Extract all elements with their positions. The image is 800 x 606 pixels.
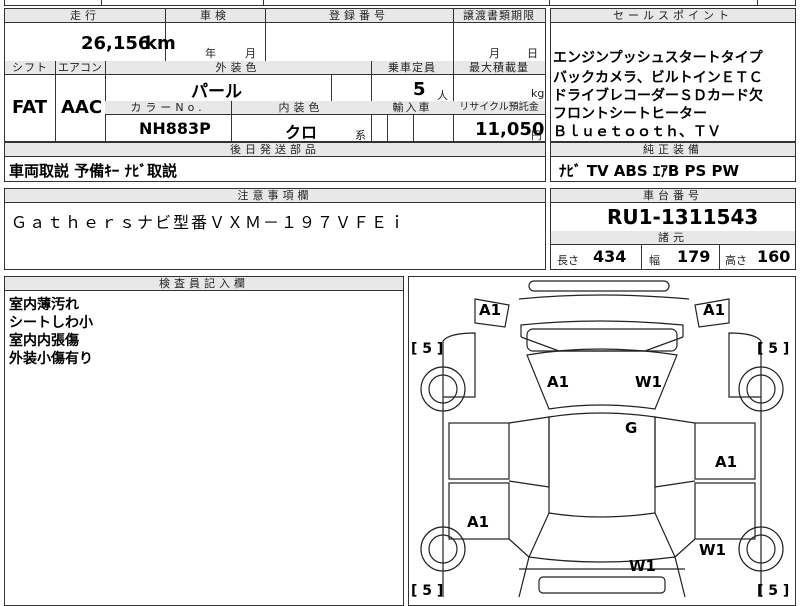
length-value: 434 (593, 247, 627, 266)
shift-value: FAT (12, 97, 48, 118)
height-label: 高さ (725, 254, 747, 267)
equipment-label: 純正装備 (551, 143, 795, 157)
damage-mark: A1 (715, 453, 738, 471)
car-outline-diagram (420, 280, 784, 598)
aircon-value: AAC (61, 97, 103, 118)
width-label: 幅 (649, 254, 660, 267)
sales-points-line: ドライブレコーダーＳＤカード欠 (553, 88, 763, 104)
tire-tread-rear-left: [ 5 ] (411, 583, 444, 599)
interior-color-suffix: 系 (355, 129, 366, 142)
inspector-label: 検査員記入欄 (5, 277, 403, 291)
top-clipped-row (4, 0, 796, 6)
chassis-label: 車台番号 (551, 189, 795, 203)
chassis-specs-box: 車台番号 RU1-1311543 諸元 長さ 434 幅 179 高さ 160 (550, 188, 796, 270)
inspector-line: 室内薄汚れ (9, 297, 79, 313)
equipment-value: ﾅﾋﾞ TV ABS ｴｱB PS PW (559, 162, 740, 180)
width-value: 179 (677, 247, 711, 266)
inspector-line: 外装小傷有り (9, 351, 93, 367)
capacity-label: 乗車定員 (371, 61, 453, 75)
interior-color-value: クロ (285, 123, 318, 142)
inspector-box: 検査員記入欄 室内薄汚れ シートしわ小 室内内張傷 外装小傷有り (4, 276, 404, 606)
mileage-label: 走行 (5, 9, 165, 23)
later-parts-label: 後日発送部品 (5, 143, 545, 157)
later-parts-box: 後日発送部品 車両取説 予備ｷｰ ﾅﾋﾞ取説 (4, 142, 546, 182)
mileage-unit: km (145, 33, 176, 54)
sales-points-box: セールスポイント エンジンプッシュスタートタイプ バックカメラ、ビルトインＥＴＣ… (550, 8, 796, 142)
aircon-label: エアコン (55, 61, 105, 75)
inspection-month-unit: 月 (245, 47, 256, 60)
tire-tread-front-right: [ 5 ] (757, 341, 790, 357)
import-label: 輸入車 (371, 101, 453, 115)
damage-mark: G (625, 419, 638, 437)
max-load-unit: kg (531, 87, 545, 100)
sales-points-line: フロントシートヒーター (553, 106, 707, 122)
transfer-deadline-label: 譲渡書類期限 (453, 9, 545, 23)
damage-mark: A1 (467, 513, 490, 531)
car-diagram-box: A1 A1 A1 W1 G A1 A1 W1 W1 [ 5 ] [ 5 ] [ … (408, 276, 796, 606)
later-parts-value: 車両取説 予備ｷｰ ﾅﾋﾞ取説 (9, 162, 177, 180)
mileage-value: 26,156 (81, 33, 151, 54)
length-label: 長さ (557, 254, 579, 267)
inspector-line: 室内内張傷 (9, 333, 79, 349)
inspection-year-unit: 年 (205, 47, 216, 60)
exterior-color-value: パール (191, 82, 242, 102)
notes-label: 注意事項欄 (5, 189, 545, 203)
tire-tread-rear-right: [ 5 ] (757, 583, 790, 599)
registration-label: 登録番号 (265, 9, 453, 23)
damage-mark: A1 (703, 301, 726, 319)
damage-mark: W1 (635, 373, 662, 391)
notes-box: 注意事項欄 Ｇａｔｈｅｒｓナビ型番ＶＸＭ－１９７ＶＦＥｉ (4, 188, 546, 270)
notes-value: Ｇａｔｈｅｒｓナビ型番ＶＸＭ－１９７ＶＦＥｉ (11, 213, 408, 232)
damage-mark: W1 (629, 557, 656, 575)
capacity-value: 5 (413, 79, 426, 100)
inspector-line: シートしわ小 (9, 315, 93, 331)
deadline-day-unit: 日 (527, 47, 538, 60)
height-value: 160 (757, 247, 791, 266)
damage-mark: A1 (547, 373, 570, 391)
damage-mark: W1 (699, 541, 726, 559)
sales-points-label: セールスポイント (551, 9, 795, 23)
sales-points-line: Ｂｌｕｅｔｏｏｔｈ、ＴＶ (553, 124, 721, 140)
chassis-value: RU1-1311543 (607, 205, 759, 229)
damage-mark: A1 (479, 301, 502, 319)
tire-tread-front-left: [ 5 ] (411, 341, 444, 357)
color-no-label: カラーNo. (105, 101, 231, 115)
recycle-unit: 円 (531, 129, 542, 142)
shift-label: シフト (5, 61, 55, 75)
specs-label: 諸元 (551, 231, 795, 245)
exterior-color-label: 外装色 (105, 61, 371, 75)
equipment-box: 純正装備 ﾅﾋﾞ TV ABS ｴｱB PS PW (550, 142, 796, 182)
inspection-label: 車検 (165, 9, 265, 23)
color-no-value: NH883P (139, 119, 211, 138)
interior-color-label: 内装色 (231, 101, 371, 115)
sales-points-line: エンジンプッシュスタートタイプ (553, 50, 763, 66)
max-load-label: 最大積載量 (453, 61, 545, 75)
vehicle-info-table: 走行 車検 登録番号 譲渡書類期限 26,156 km 年 月 月 日 シフト … (4, 8, 546, 142)
deadline-month-unit: 月 (489, 47, 500, 60)
recycle-label: リサイクル預託金 (453, 101, 545, 115)
sales-points-line: バックカメラ、ビルトインＥＴＣ (553, 70, 763, 86)
